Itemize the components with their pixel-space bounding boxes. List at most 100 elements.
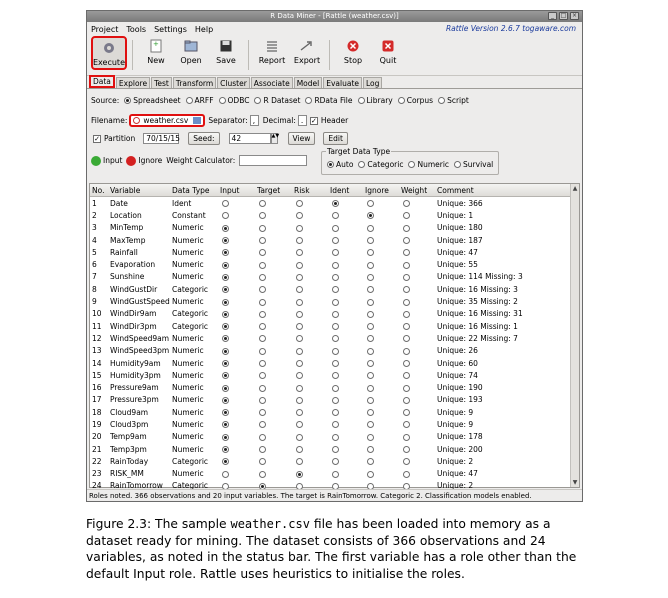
header-checkbox[interactable]: ✓ bbox=[309, 116, 318, 125]
ignore-role-radio[interactable] bbox=[367, 396, 374, 404]
ident-role-radio[interactable] bbox=[332, 384, 339, 392]
ident-role-radio[interactable] bbox=[332, 286, 339, 294]
target-role-radio[interactable] bbox=[259, 298, 266, 306]
ignore-role-radio[interactable] bbox=[367, 433, 374, 441]
target-survival-radio[interactable] bbox=[454, 161, 462, 168]
target-role-radio[interactable] bbox=[259, 335, 266, 343]
menu-settings[interactable]: Settings bbox=[154, 25, 187, 34]
tab-evaluate[interactable]: Evaluate bbox=[323, 77, 362, 88]
ident-role-radio[interactable] bbox=[332, 347, 339, 355]
ignore-role-radio[interactable] bbox=[367, 224, 374, 232]
menu-help[interactable]: Help bbox=[195, 25, 213, 34]
ident-role-radio[interactable] bbox=[332, 421, 339, 429]
table-row[interactable]: 10 WindDir9am Categoric Unique: 16 Missing:… bbox=[90, 308, 579, 320]
save-button[interactable]: Save bbox=[209, 36, 243, 70]
header-input[interactable]: Input bbox=[220, 184, 257, 196]
ident-role-radio[interactable] bbox=[332, 458, 339, 466]
tab-log[interactable]: Log bbox=[363, 77, 383, 88]
ignore-role-radio[interactable] bbox=[367, 347, 374, 355]
table-row[interactable]: 16 Pressure9am Numeric Unique: 190 bbox=[90, 381, 579, 393]
menu-tools[interactable]: Tools bbox=[126, 25, 146, 34]
risk-role-radio[interactable] bbox=[296, 458, 303, 466]
input-role-radio[interactable] bbox=[222, 273, 229, 281]
ignore-role-radio[interactable] bbox=[367, 298, 374, 306]
risk-role-radio[interactable] bbox=[296, 286, 303, 294]
table-row[interactable]: 1 Date Ident Unique: 366 bbox=[90, 197, 579, 209]
ignore-role-radio[interactable] bbox=[367, 360, 374, 367]
open-button[interactable]: Open bbox=[174, 36, 208, 70]
target-role-radio[interactable] bbox=[259, 458, 266, 466]
risk-role-radio[interactable] bbox=[296, 347, 303, 355]
risk-role-radio[interactable] bbox=[296, 409, 303, 417]
weight-role-radio[interactable] bbox=[403, 298, 410, 306]
table-row[interactable]: 3 MinTemp Numeric Unique: 180 bbox=[90, 222, 579, 234]
ident-role-radio[interactable] bbox=[332, 273, 339, 281]
target-role-radio[interactable] bbox=[259, 200, 266, 208]
target-role-radio[interactable] bbox=[259, 347, 266, 355]
risk-role-radio[interactable] bbox=[296, 384, 303, 392]
source-odbc-radio[interactable] bbox=[218, 97, 226, 104]
ident-role-radio[interactable] bbox=[332, 396, 339, 404]
ident-role-radio[interactable] bbox=[332, 470, 339, 478]
tab-associate[interactable]: Associate bbox=[250, 77, 293, 88]
tab-explore[interactable]: Explore bbox=[115, 77, 151, 88]
export-button[interactable]: Export bbox=[290, 36, 324, 70]
risk-role-radio[interactable] bbox=[296, 433, 303, 441]
source-spreadsheet-radio[interactable] bbox=[124, 97, 132, 104]
table-row[interactable]: 13 WindSpeed3pm Numeric Unique: 26 bbox=[90, 345, 579, 357]
ident-role-radio[interactable] bbox=[332, 298, 339, 306]
view-button[interactable]: View bbox=[287, 132, 316, 145]
weight-role-radio[interactable] bbox=[403, 237, 410, 245]
scroll-up-icon[interactable]: ▲ bbox=[571, 184, 579, 193]
table-row[interactable]: 23 RISK_MM Numeric Unique: 47 bbox=[90, 468, 579, 480]
ignore-role-radio[interactable] bbox=[367, 446, 374, 454]
input-role-radio[interactable] bbox=[222, 360, 229, 367]
target-role-radio[interactable] bbox=[259, 384, 266, 392]
risk-role-radio[interactable] bbox=[296, 224, 303, 232]
partition-input[interactable]: 70/15/15 bbox=[143, 133, 180, 144]
weight-role-radio[interactable] bbox=[403, 421, 410, 429]
weight-role-radio[interactable] bbox=[403, 212, 410, 220]
header-weight[interactable]: Weight bbox=[401, 184, 437, 196]
risk-role-radio[interactable] bbox=[296, 249, 303, 257]
report-button[interactable]: Report bbox=[255, 36, 289, 70]
menu-project[interactable]: Project bbox=[91, 25, 118, 34]
risk-role-radio[interactable] bbox=[296, 200, 303, 208]
ignore-role-radio[interactable] bbox=[367, 372, 374, 380]
weight-role-radio[interactable] bbox=[403, 446, 410, 454]
header-ignore[interactable]: Ignore bbox=[365, 184, 401, 196]
target-role-radio[interactable] bbox=[259, 249, 266, 257]
minimize-icon[interactable]: _ bbox=[548, 12, 557, 20]
risk-role-radio[interactable] bbox=[296, 335, 303, 343]
input-role-radio[interactable] bbox=[222, 224, 229, 232]
source-rdatafile-radio[interactable] bbox=[305, 97, 313, 104]
target-role-radio[interactable] bbox=[259, 212, 266, 220]
risk-role-radio[interactable] bbox=[296, 360, 303, 367]
input-role-radio[interactable] bbox=[222, 446, 229, 454]
target-role-radio[interactable] bbox=[259, 224, 266, 232]
input-role-radio[interactable] bbox=[222, 298, 229, 306]
ignore-role-radio[interactable] bbox=[367, 237, 374, 245]
tab-model[interactable]: Model bbox=[293, 77, 323, 88]
ident-role-radio[interactable] bbox=[332, 249, 339, 257]
input-role-radio[interactable] bbox=[222, 249, 229, 257]
ignore-role-radio[interactable] bbox=[367, 286, 374, 294]
weight-role-radio[interactable] bbox=[403, 384, 410, 392]
risk-role-radio[interactable] bbox=[296, 212, 303, 220]
filename-chooser[interactable]: weather.csv bbox=[129, 114, 206, 127]
ignore-role-radio[interactable] bbox=[367, 384, 374, 392]
risk-role-radio[interactable] bbox=[296, 372, 303, 380]
input-role-icon[interactable] bbox=[91, 155, 101, 166]
weight-role-radio[interactable] bbox=[403, 458, 410, 466]
ignore-role-radio[interactable] bbox=[367, 335, 374, 343]
ident-role-radio[interactable] bbox=[332, 409, 339, 417]
risk-role-radio[interactable] bbox=[296, 446, 303, 454]
source-library-radio[interactable] bbox=[357, 97, 365, 104]
header-variable[interactable]: Variable bbox=[110, 184, 172, 196]
ident-role-radio[interactable] bbox=[332, 323, 339, 331]
input-role-radio[interactable] bbox=[222, 396, 229, 404]
input-role-radio[interactable] bbox=[222, 433, 229, 441]
ident-role-radio[interactable] bbox=[332, 224, 339, 232]
ident-role-radio[interactable] bbox=[332, 433, 339, 441]
ident-role-radio[interactable] bbox=[332, 200, 339, 208]
